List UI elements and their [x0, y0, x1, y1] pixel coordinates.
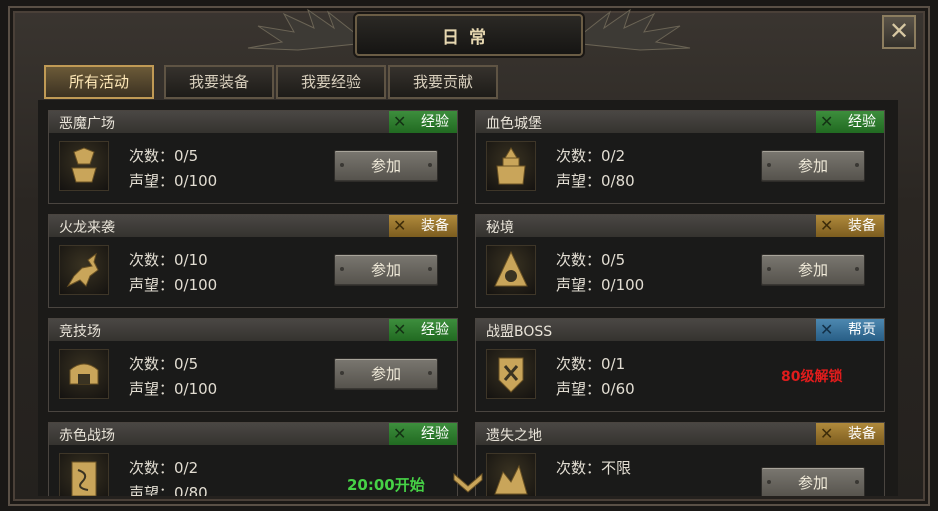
tab-experience[interactable]: 我要经验	[276, 65, 386, 99]
count-text: 次数：0/1	[556, 355, 626, 373]
activity-list[interactable]: 恶魔广场 ✕ 经验 次数：0/5 声望：0/100 参加 血色城堡 ✕ 经验 次数：…	[38, 100, 898, 496]
activity-name: 竞技场	[59, 324, 101, 340]
join-button[interactable]: 参加	[761, 467, 865, 496]
tag-x-icon: ✕	[393, 320, 407, 339]
reward-tag: ✕ 经验	[389, 423, 457, 445]
activity-name: 赤色战场	[59, 428, 115, 444]
count-text: 次数：不限	[556, 459, 632, 477]
card-header: 遗失之地 ✕ 装备	[476, 423, 884, 446]
join-button[interactable]: 参加	[334, 358, 438, 390]
activity-name: 血色城堡	[486, 116, 542, 132]
blood-castle-icon	[486, 141, 536, 191]
tab-equipment[interactable]: 我要装备	[164, 65, 274, 99]
secret-realm-icon	[486, 245, 536, 295]
arena-icon	[59, 349, 109, 399]
count-text: 次数：0/5	[129, 355, 199, 373]
unlock-level-note: 80级解锁	[781, 369, 843, 385]
card-header: 血色城堡 ✕ 经验	[476, 111, 884, 134]
start-time-note: 20:00开始	[347, 476, 425, 494]
prestige-text: 声望：0/80	[556, 172, 635, 190]
prestige-text: 声望：0/100	[129, 276, 218, 294]
reward-tag: ✕ 帮贡	[816, 319, 884, 341]
activity-name: 火龙来袭	[59, 220, 115, 236]
tag-x-icon: ✕	[820, 216, 834, 235]
prestige-text: 声望：0/100	[129, 380, 218, 398]
join-button[interactable]: 参加	[761, 254, 865, 286]
reward-tag: ✕ 装备	[816, 423, 884, 445]
activity-card-blood-castle: 血色城堡 ✕ 经验 次数：0/2 声望：0/80 参加	[475, 110, 885, 204]
join-button[interactable]: 参加	[334, 150, 438, 182]
activity-card-guild-boss: 战盟BOSS ✕ 帮贡 次数：0/1 声望：0/60 80级解锁	[475, 318, 885, 412]
guild-boss-icon	[486, 349, 536, 399]
prestige-text: 声望：0/60	[556, 380, 635, 398]
card-header: 恶魔广场 ✕ 经验	[49, 111, 457, 134]
fire-dragon-icon	[59, 245, 109, 295]
activity-card-secret-realm: 秘境 ✕ 装备 次数：0/5 声望：0/100 参加	[475, 214, 885, 308]
join-button[interactable]: 参加	[334, 254, 438, 286]
tag-x-icon: ✕	[393, 424, 407, 443]
prestige-text: 声望：0/100	[129, 172, 218, 190]
tag-x-icon: ✕	[393, 112, 407, 131]
card-header: 赤色战场 ✕ 经验	[49, 423, 457, 446]
activity-name: 恶魔广场	[59, 116, 115, 132]
reward-tag: ✕ 经验	[389, 111, 457, 133]
reward-tag: ✕ 装备	[389, 215, 457, 237]
prestige-text: 声望：0/100	[556, 276, 645, 294]
window-title: 日常	[355, 14, 583, 56]
scroll-down-arrow-icon[interactable]	[452, 470, 484, 494]
wing-ornament-right-icon	[581, 8, 691, 51]
tag-x-icon: ✕	[820, 112, 834, 131]
card-header: 秘境 ✕ 装备	[476, 215, 884, 238]
activity-card-fire-dragon: 火龙来袭 ✕ 装备 次数：0/10 声望：0/100 参加	[48, 214, 458, 308]
activity-card-demon-square: 恶魔广场 ✕ 经验 次数：0/5 声望：0/100 参加	[48, 110, 458, 204]
activity-card-arena: 竞技场 ✕ 经验 次数：0/5 声望：0/100 参加	[48, 318, 458, 412]
card-header: 火龙来袭 ✕ 装备	[49, 215, 457, 238]
join-button[interactable]: 参加	[761, 150, 865, 182]
tag-x-icon: ✕	[820, 320, 834, 339]
wing-ornament-left-icon	[247, 8, 357, 51]
reward-tag: ✕ 装备	[816, 215, 884, 237]
red-battlefield-icon	[59, 453, 109, 496]
reward-tag: ✕ 经验	[389, 319, 457, 341]
count-text: 次数：0/5	[556, 251, 626, 269]
count-text: 次数：0/2	[129, 459, 199, 477]
tab-all-activities[interactable]: 所有活动	[44, 65, 154, 99]
tag-x-icon: ✕	[393, 216, 407, 235]
card-header: 战盟BOSS ✕ 帮贡	[476, 319, 884, 342]
count-text: 次数：0/2	[556, 147, 626, 165]
activity-card-lost-land: 遗失之地 ✕ 装备 次数：不限 参加	[475, 422, 885, 496]
card-header: 竞技场 ✕ 经验	[49, 319, 457, 342]
activity-name: 秘境	[486, 220, 514, 236]
close-button[interactable]: ✕	[882, 15, 916, 49]
demon-square-icon	[59, 141, 109, 191]
tag-x-icon: ✕	[820, 424, 834, 443]
activity-name: 战盟BOSS	[486, 324, 553, 340]
lost-land-icon	[486, 453, 536, 496]
reward-tag: ✕ 经验	[816, 111, 884, 133]
tab-contribution[interactable]: 我要贡献	[388, 65, 498, 99]
prestige-text: 声望：0/80	[129, 484, 208, 496]
count-text: 次数：0/5	[129, 147, 199, 165]
activity-name: 遗失之地	[486, 428, 542, 444]
count-text: 次数：0/10	[129, 251, 208, 269]
